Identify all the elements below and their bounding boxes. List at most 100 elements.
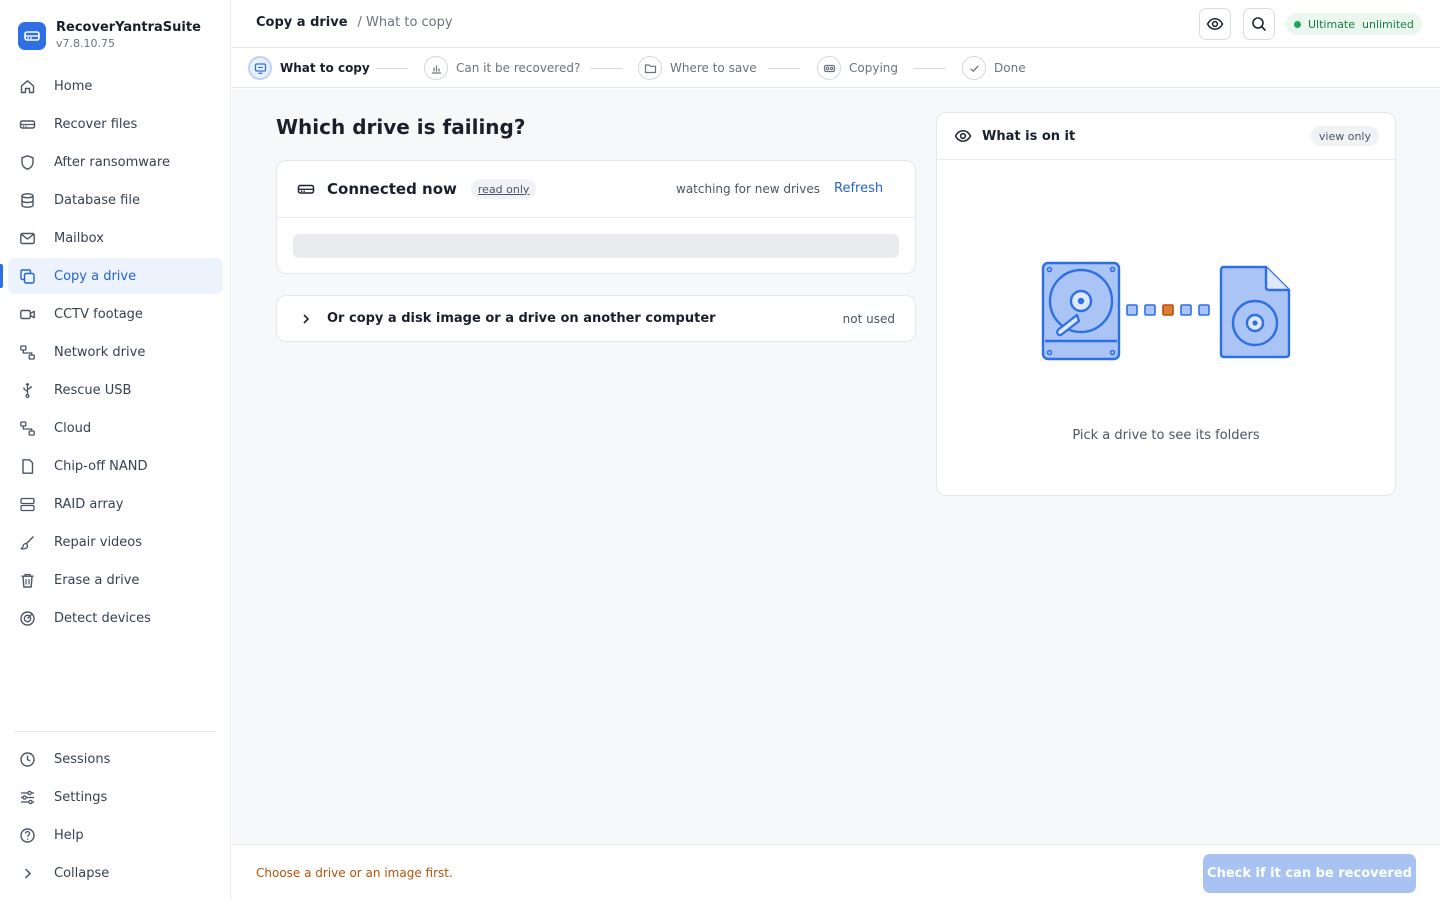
sidebar-item-settings[interactable]: Settings (8, 779, 223, 815)
main-content: Which drive is failing? Connected now re… (232, 89, 1440, 844)
usb-icon (18, 381, 36, 399)
sidebar-item-label: Detect devices (54, 610, 151, 626)
sidebar-item-sessions[interactable]: Sessions (8, 741, 223, 777)
sidebar-item-label: Settings (54, 789, 108, 805)
step-connector (914, 68, 946, 69)
eye-icon (1206, 15, 1224, 33)
sidebar-item-label: Collapse (54, 865, 110, 881)
step-can-it-be-recovered[interactable]: Can it be recovered? (424, 56, 580, 80)
license-label: Ultimate unlimited (1308, 17, 1414, 31)
sidebar-item-label: Network drive (54, 344, 146, 360)
sidebar-item-rescue-usb[interactable]: Rescue USB (8, 372, 223, 408)
bar-chart-icon (424, 56, 448, 80)
step-label: Where to save (670, 61, 757, 75)
breadcrumb-current-step: / What to copy (357, 15, 453, 30)
sidebar-item-label: CCTV footage (54, 306, 143, 322)
app-logo-icon (18, 22, 46, 50)
sidebar-item-label: Cloud (54, 420, 92, 436)
step-done[interactable]: Done (962, 56, 1026, 80)
sidebar-item-recover-files[interactable]: Recover files (8, 106, 223, 142)
sidebar-item-label: After ransomware (54, 154, 170, 170)
sidebar-item-detect-devices[interactable]: Detect devices (8, 600, 223, 636)
sidebar-item-home[interactable]: Home (8, 68, 223, 104)
step-connector (768, 68, 800, 69)
sidebar-item-after-ransomware[interactable]: After ransomware (8, 144, 223, 180)
sidebar-item-label: Sessions (54, 751, 111, 767)
sidebar-item-help[interactable]: Help (8, 817, 223, 853)
read-only-badge[interactable]: read only (470, 179, 537, 199)
sidebar-item-erase-a-drive[interactable]: Erase a drive (8, 562, 223, 598)
connected-drives-title: Connected now (327, 180, 457, 198)
sidebar-item-repair-videos[interactable]: Repair videos (8, 524, 223, 560)
step-what-to-copy[interactable]: What to copy (248, 56, 370, 80)
sidebar-item-label: Erase a drive (54, 572, 140, 588)
drive-to-image-illustration (1041, 261, 1293, 365)
sidebar-item-label: Help (54, 827, 84, 843)
step-label: Done (994, 61, 1026, 75)
sidebar-collapse-button[interactable]: Collapse (8, 855, 223, 891)
sliders-icon (18, 788, 36, 806)
step-label: Can it be recovered? (456, 61, 581, 75)
sidebar-item-chip-off-nand[interactable]: Chip-off NAND (8, 448, 223, 484)
disk-copy-illustration-icon (1041, 261, 1291, 361)
preview-toggle-button[interactable] (1199, 8, 1231, 40)
validation-message: Choose a drive or an image first. (256, 866, 453, 880)
app-version: v7.8.10.75 (56, 37, 115, 50)
preview-panel: What is on it view only Pick a drive to … (936, 112, 1396, 496)
sidebar-item-raid-array[interactable]: RAID array (8, 486, 223, 522)
step-copying[interactable]: Copying (817, 56, 898, 80)
folder-icon (638, 56, 662, 80)
refresh-link[interactable]: Refresh (834, 181, 883, 196)
disk-image-option-label: Or copy a disk image or a drive on anoth… (327, 311, 716, 326)
search-button[interactable] (1243, 8, 1275, 40)
sidebar-item-network-drive[interactable]: Network drive (8, 334, 223, 370)
chevron-right-icon (18, 864, 36, 882)
app-name: RecoverYantraSuite (56, 20, 201, 35)
sidebar-item-label: Recover files (54, 116, 138, 132)
database-icon (18, 191, 36, 209)
sidebar: RecoverYantraSuite v7.8.10.75 Home Recov… (0, 0, 231, 900)
breadcrumb: Copy a drive / What to copy (256, 15, 453, 30)
mail-icon (18, 229, 36, 247)
step-label: What to copy (280, 61, 370, 75)
top-header: Copy a drive / What to copy Ultimate unl… (232, 0, 1440, 48)
step-where-to-save[interactable]: Where to save (638, 56, 757, 80)
drive-icon (18, 115, 36, 133)
breadcrumb-current-tool[interactable]: Copy a drive (256, 15, 348, 30)
step-connector (376, 68, 408, 69)
connected-drives-card: Connected now read only watching for new… (276, 160, 916, 274)
transfer-icon (817, 56, 841, 80)
sidebar-item-database-file[interactable]: Database file (8, 182, 223, 218)
video-camera-icon (18, 305, 36, 323)
sidebar-item-label: Database file (54, 192, 140, 208)
status-dot-icon (1294, 20, 1301, 28)
drive-list-loading-placeholder (293, 234, 899, 258)
search-icon (1250, 15, 1268, 33)
watching-status: watching for new drives (676, 182, 820, 196)
cloud-network-icon (18, 419, 36, 437)
page-title: Which drive is failing? (276, 115, 526, 139)
help-icon (18, 826, 36, 844)
sidebar-item-label: Chip-off NAND (54, 458, 148, 474)
sidebar-item-cctv-footage[interactable]: CCTV footage (8, 296, 223, 332)
network-icon (18, 343, 36, 361)
check-recoverability-button[interactable]: Check if it can be recovered (1203, 854, 1416, 893)
sidebar-item-label: Copy a drive (54, 268, 137, 284)
brand: RecoverYantraSuite v7.8.10.75 (18, 20, 201, 52)
clock-icon (18, 750, 36, 768)
preview-empty-hint: Pick a drive to see its folders (1072, 428, 1260, 443)
step-connector (590, 68, 622, 69)
server-icon (18, 495, 36, 513)
disk-image-option-status: not used (842, 312, 895, 326)
view-only-badge: view only (1310, 126, 1379, 146)
sidebar-item-cloud[interactable]: Cloud (8, 410, 223, 446)
preview-title: What is on it (982, 128, 1076, 144)
sidebar-item-mailbox[interactable]: Mailbox (8, 220, 223, 256)
sidebar-item-copy-a-drive[interactable]: Copy a drive (0, 258, 223, 294)
home-icon (18, 77, 36, 95)
sidebar-item-label: Repair videos (54, 534, 143, 550)
file-icon (18, 457, 36, 475)
monitor-icon (248, 56, 272, 80)
copy-icon (18, 267, 36, 285)
disk-image-option-row[interactable]: Or copy a disk image or a drive on anoth… (276, 295, 916, 342)
